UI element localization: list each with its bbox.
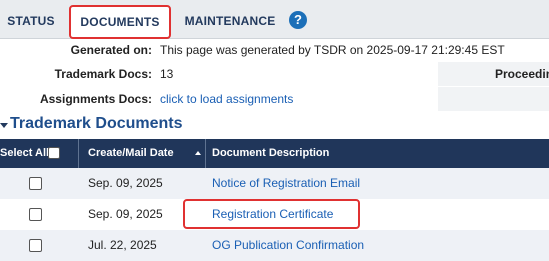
- row-date: Sep. 09, 2025: [88, 176, 163, 190]
- trademark-documents-section[interactable]: Trademark Documents: [0, 113, 549, 139]
- select-all-checkbox[interactable]: [48, 147, 60, 159]
- tab-bar: STATUS DOCUMENTS MAINTENANCE ?: [0, 0, 549, 39]
- tab-status[interactable]: STATUS: [0, 6, 62, 36]
- documents-table-header: Select All Create/Mail Date Document Des…: [0, 139, 549, 168]
- trademark-docs-label: Trademark Docs:: [54, 67, 152, 81]
- load-assignments-link[interactable]: click to load assignments: [156, 88, 438, 110]
- generated-label: Generated on:: [70, 43, 152, 57]
- sort-ascending-icon[interactable]: [195, 151, 201, 155]
- row-description-link[interactable]: OG Publication Confirmation: [212, 230, 364, 261]
- generated-value: This page was generated by TSDR on 2025-…: [156, 39, 549, 61]
- proceedings-label: Proceedin: [495, 67, 549, 81]
- description-column-header: Document Description: [207, 139, 549, 168]
- row-checkbox[interactable]: [29, 239, 42, 252]
- table-row: Sep. 09, 2025 Registration Certificate: [0, 199, 549, 230]
- row-checkbox[interactable]: [29, 208, 42, 221]
- row-checkbox[interactable]: [29, 177, 42, 190]
- table-row: Jul. 22, 2025 OG Publication Confirmatio…: [0, 230, 549, 261]
- row-description-link[interactable]: Notice of Registration Email: [212, 168, 360, 199]
- description-header-label: Document Description: [212, 147, 330, 159]
- trademark-docs-value: 13: [156, 63, 438, 85]
- row-description-link[interactable]: Registration Certificate: [212, 199, 333, 230]
- date-header-label: Create/Mail Date: [88, 147, 174, 159]
- assignments-side-cell: [438, 87, 549, 111]
- row-date: Sep. 09, 2025: [88, 207, 163, 221]
- help-icon[interactable]: ?: [289, 11, 307, 29]
- caret-down-icon[interactable]: [0, 123, 8, 128]
- assignments-label: Assignments Docs:: [39, 92, 152, 106]
- select-all-label: Select All: [0, 147, 50, 159]
- trademark-docs-row: Trademark Docs: 13 Proceedin: [0, 62, 549, 86]
- tab-documents[interactable]: DOCUMENTS: [69, 5, 171, 39]
- date-column-header[interactable]: Create/Mail Date: [80, 139, 206, 168]
- tab-maintenance[interactable]: MAINTENANCE: [180, 6, 280, 36]
- assignments-row: Assignments Docs: click to load assignme…: [0, 87, 549, 111]
- row-date: Jul. 22, 2025: [88, 238, 157, 252]
- generated-row: Generated on: This page was generated by…: [0, 38, 549, 62]
- table-row: Sep. 09, 2025 Notice of Registration Ema…: [0, 168, 549, 199]
- select-all-header: Select All: [0, 139, 79, 168]
- section-title: Trademark Documents: [10, 115, 183, 132]
